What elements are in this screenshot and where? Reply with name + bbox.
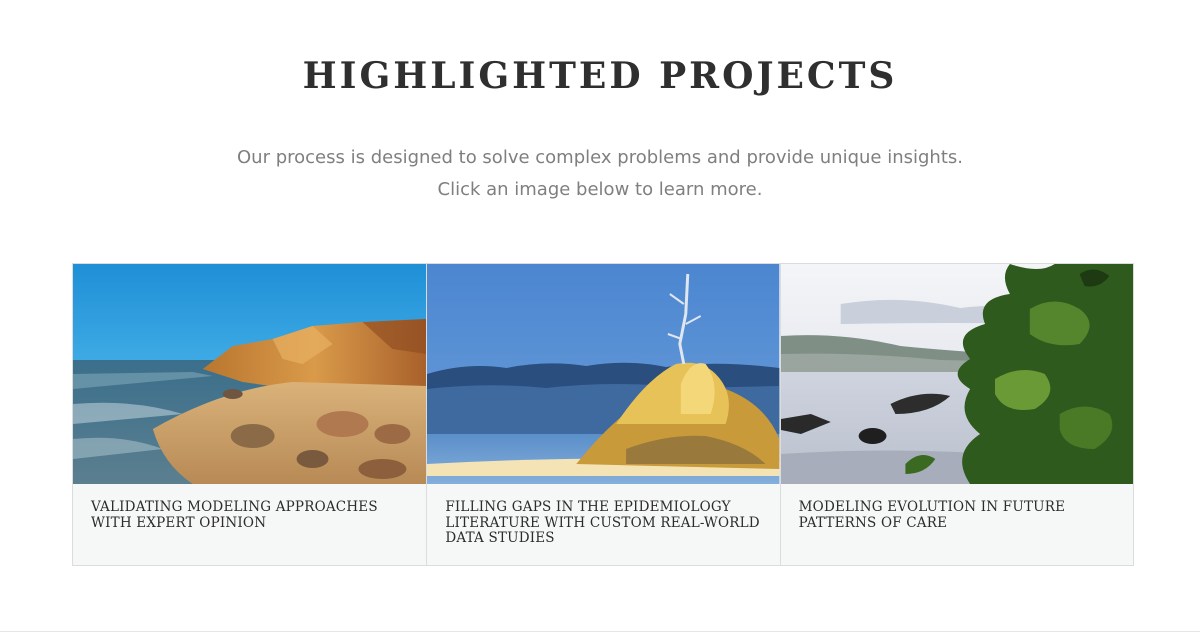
project-title[interactable]: FILLING GAPS IN THE EPIDEMIOLOGY LITERAT… [427, 484, 779, 547]
project-card-validating-modeling[interactable]: VALIDATING MODELING APPROACHES WITH EXPE… [73, 264, 427, 565]
intro-line-2: Click an image below to learn more. [437, 179, 763, 200]
project-card-filling-gaps[interactable]: FILLING GAPS IN THE EPIDEMIOLOGY LITERAT… [426, 264, 780, 565]
project-card-modeling-evolution[interactable]: MODELING EVOLUTION IN FUTURE PATTERNS OF… [779, 264, 1133, 565]
coastal-cliffs-beach-image[interactable] [73, 264, 427, 484]
section-intro: Our process is designed to solve complex… [0, 142, 1200, 206]
section-title: HIGHLIGHTED PROJECTS [302, 55, 898, 97]
project-title[interactable]: VALIDATING MODELING APPROACHES WITH EXPE… [73, 484, 426, 531]
autumn-tree-island-image[interactable] [427, 264, 780, 484]
project-title[interactable]: MODELING EVOLUTION IN FUTURE PATTERNS OF… [781, 484, 1133, 531]
lake-with-foliage-image[interactable] [780, 264, 1133, 484]
intro-line-1: Our process is designed to solve complex… [237, 147, 963, 168]
project-cards: VALIDATING MODELING APPROACHES WITH EXPE… [72, 263, 1134, 566]
section-divider [0, 631, 1200, 632]
